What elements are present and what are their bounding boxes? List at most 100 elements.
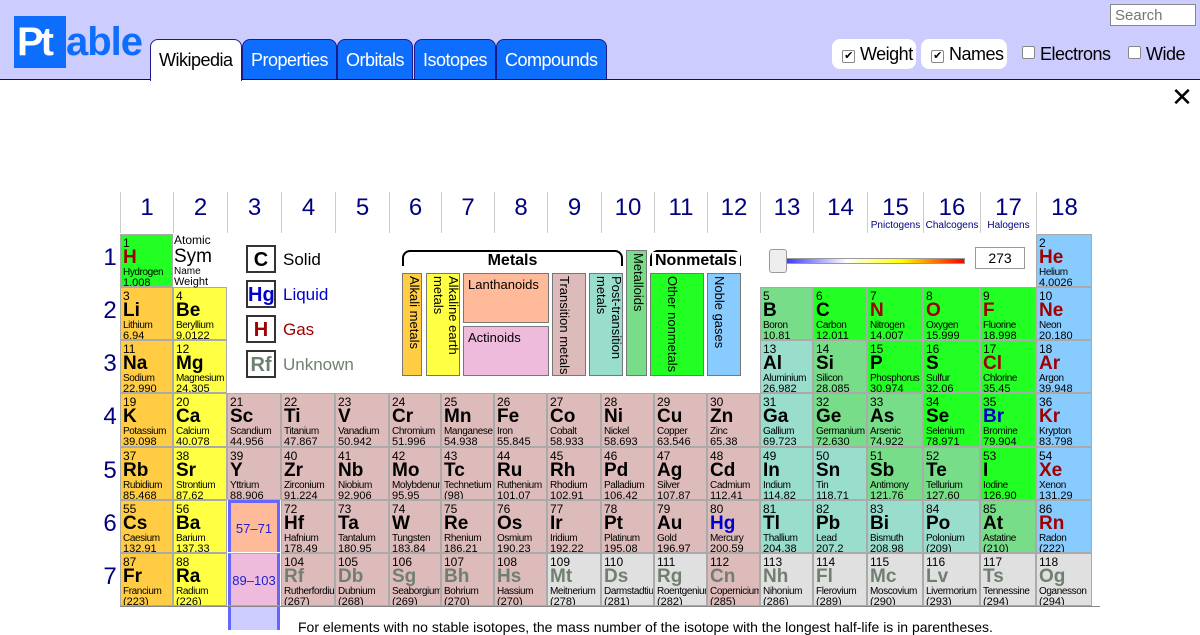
- tab-properties[interactable]: Properties: [242, 39, 338, 79]
- period-label-4[interactable]: 4: [100, 403, 120, 431]
- state-unknown-box[interactable]: Rf: [246, 350, 276, 378]
- lanthanides-series-cell[interactable]: 57–71: [228, 500, 280, 552]
- element-at[interactable]: 85 At Astatine (210): [980, 500, 1036, 553]
- element-zr[interactable]: 40 Zr Zirconium 91.224: [281, 447, 335, 500]
- element-ru[interactable]: 44 Ru Ruthenium 101.07: [494, 447, 547, 500]
- element-ar[interactable]: 18 Ar Argon 39.948: [1036, 340, 1092, 393]
- element-ag[interactable]: 47 Ag Silver 107.87: [654, 447, 707, 500]
- option-weight[interactable]: ✔ Weight: [832, 39, 916, 69]
- category-transition[interactable]: Transition metals: [552, 273, 586, 376]
- wide-checkbox[interactable]: [1128, 46, 1141, 59]
- element-rg[interactable]: 111 Rg Roentgenium (282): [654, 553, 707, 606]
- element-fe[interactable]: 26 Fe Iron 55.845: [494, 393, 547, 447]
- element-o[interactable]: 8 O Oxygen 15.999: [923, 287, 980, 340]
- group-header-18[interactable]: 18: [1036, 192, 1092, 233]
- element-c[interactable]: 6 C Carbon 12.011: [813, 287, 867, 340]
- group-header-1[interactable]: 1: [120, 192, 173, 233]
- group-header-9[interactable]: 9: [547, 192, 601, 233]
- option-electrons[interactable]: Electrons: [1012, 39, 1122, 69]
- element-li[interactable]: 3 Li Lithium 6.94: [120, 287, 173, 340]
- weight-checkbox[interactable]: ✔: [842, 50, 855, 63]
- element-rf[interactable]: 104RfRutherfordium(267): [281, 553, 335, 606]
- element-fr[interactable]: 87 Fr Francium (223): [120, 553, 173, 606]
- element-cn[interactable]: 112 Cn Copernicium (285): [707, 553, 760, 606]
- period-label-1[interactable]: 1: [100, 244, 120, 272]
- period-label-7[interactable]: 7: [100, 563, 120, 591]
- element-bh[interactable]: 107 Bh Bohrium (270): [441, 553, 494, 606]
- element-i[interactable]: 53 I Iodine 126.90: [980, 447, 1036, 500]
- group-header-2[interactable]: 2: [173, 192, 227, 233]
- element-v[interactable]: 23 V Vanadium 50.942: [335, 393, 389, 447]
- element-in[interactable]: 49 In Indium 114.82: [760, 447, 813, 500]
- state-gas-box[interactable]: H: [246, 315, 276, 343]
- element-re[interactable]: 75 Re Rhenium 186.21: [441, 500, 494, 553]
- group-header-15[interactable]: 15 Pnictogens: [867, 192, 923, 233]
- element-lv[interactable]: 116 Lv Livermorium (293): [923, 553, 980, 606]
- element-nb[interactable]: 41 Nb Niobium 92.906: [335, 447, 389, 500]
- element-pd[interactable]: 46 Pd Palladium 106.42: [601, 447, 654, 500]
- element-mn[interactable]: 25 Mn Manganese 54.938: [441, 393, 494, 447]
- option-wide[interactable]: Wide: [1118, 39, 1188, 69]
- element-as[interactable]: 33 As Arsenic 74.922: [867, 393, 923, 447]
- element-rb[interactable]: 37 Rb Rubidium 85.468: [120, 447, 173, 500]
- period-label-6[interactable]: 6: [100, 510, 120, 538]
- temperature-slider-thumb[interactable]: [769, 249, 787, 273]
- element-te[interactable]: 52 Te Tellurium 127.60: [923, 447, 980, 500]
- element-al[interactable]: 13 Al Aluminium 26.982: [760, 340, 813, 393]
- temperature-slider-track[interactable]: [783, 258, 965, 264]
- element-hs[interactable]: 108 Hs Hassium (270): [494, 553, 547, 606]
- tab-orbitals[interactable]: Orbitals: [337, 39, 414, 79]
- element-ta[interactable]: 73 Ta Tantalum 180.95: [335, 500, 389, 553]
- element-tc[interactable]: 43 Tc Technetium (98): [441, 447, 494, 500]
- element-ca[interactable]: 20 Ca Calcium 40.078: [173, 393, 227, 447]
- element-xe[interactable]: 54 Xe Xenon 131.29: [1036, 447, 1092, 500]
- element-bi[interactable]: 83 Bi Bismuth 208.98: [867, 500, 923, 553]
- element-hf[interactable]: 72 Hf Hafnium 178.49: [281, 500, 335, 553]
- element-nh[interactable]: 113 Nh Nihonium (286): [760, 553, 813, 606]
- period-label-5[interactable]: 5: [100, 457, 120, 485]
- group-header-6[interactable]: 6: [389, 192, 441, 233]
- state-liquid-box[interactable]: Hg: [246, 280, 276, 308]
- element-tl[interactable]: 81 Tl Thallium 204.38: [760, 500, 813, 553]
- category-other-nonmetals[interactable]: Other nonmetals: [650, 273, 704, 376]
- element-s[interactable]: 16 S Sulfur 32.06: [923, 340, 980, 393]
- element-he[interactable]: 2 He Helium 4.0026: [1036, 234, 1092, 287]
- element-ir[interactable]: 77 Ir Iridium 192.22: [547, 500, 601, 553]
- option-names[interactable]: ✔ Names: [921, 39, 1007, 69]
- category-noble-gases[interactable]: Noble gases: [707, 273, 741, 376]
- element-ge[interactable]: 32 Ge Germanium 72.630: [813, 393, 867, 447]
- element-ra[interactable]: 88 Ra Radium (226): [173, 553, 227, 606]
- element-si[interactable]: 14 Si Silicon 28.085: [813, 340, 867, 393]
- category-metalloids[interactable]: Metalloids: [626, 250, 647, 376]
- search-input[interactable]: [1110, 4, 1196, 26]
- element-p[interactable]: 15 P Phosphorus 30.974: [867, 340, 923, 393]
- element-ts[interactable]: 117 Ts Tennessine (294): [980, 553, 1036, 606]
- element-cs[interactable]: 55 Cs Caesium 132.91: [120, 500, 173, 553]
- element-ti[interactable]: 22 Ti Titanium 47.867: [281, 393, 335, 447]
- element-na[interactable]: 11 Na Sodium 22.990: [120, 340, 173, 393]
- element-co[interactable]: 27 Co Cobalt 58.933: [547, 393, 601, 447]
- group-header-8[interactable]: 8: [494, 192, 547, 233]
- state-solid-box[interactable]: C: [246, 245, 276, 273]
- group-header-17[interactable]: 17 Halogens: [980, 192, 1036, 233]
- actinides-series-cell[interactable]: 89–103: [228, 553, 280, 606]
- element-fl[interactable]: 114 Fl Flerovium (289): [813, 553, 867, 606]
- element-og[interactable]: 118 Og Oganesson (294): [1036, 553, 1092, 606]
- period-label-3[interactable]: 3: [100, 350, 120, 378]
- element-be[interactable]: 4 Be Beryllium 9.0122: [173, 287, 227, 340]
- element-au[interactable]: 79 Au Gold 196.97: [654, 500, 707, 553]
- category-post-transition[interactable]: Post-transition metals: [589, 273, 623, 376]
- element-kr[interactable]: 36 Kr Krypton 83.798: [1036, 393, 1092, 447]
- element-os[interactable]: 76 Os Osmium 190.23: [494, 500, 547, 553]
- group-header-5[interactable]: 5: [335, 192, 389, 233]
- element-po[interactable]: 84 Po Polonium (209): [923, 500, 980, 553]
- element-hg[interactable]: 80 Hg Mercury 200.59: [707, 500, 760, 553]
- category-alkali-metals[interactable]: Alkali metals: [402, 273, 422, 376]
- group-header-13[interactable]: 13: [760, 192, 813, 233]
- element-ga[interactable]: 31 Ga Gallium 69.723: [760, 393, 813, 447]
- element-cd[interactable]: 48 Cd Cadmium 112.41: [707, 447, 760, 500]
- element-se[interactable]: 34 Se Selenium 78.971: [923, 393, 980, 447]
- element-zn[interactable]: 30 Zn Zinc 65.38: [707, 393, 760, 447]
- element-sb[interactable]: 51 Sb Antimony 121.76: [867, 447, 923, 500]
- element-ne[interactable]: 10 Ne Neon 20.180: [1036, 287, 1092, 340]
